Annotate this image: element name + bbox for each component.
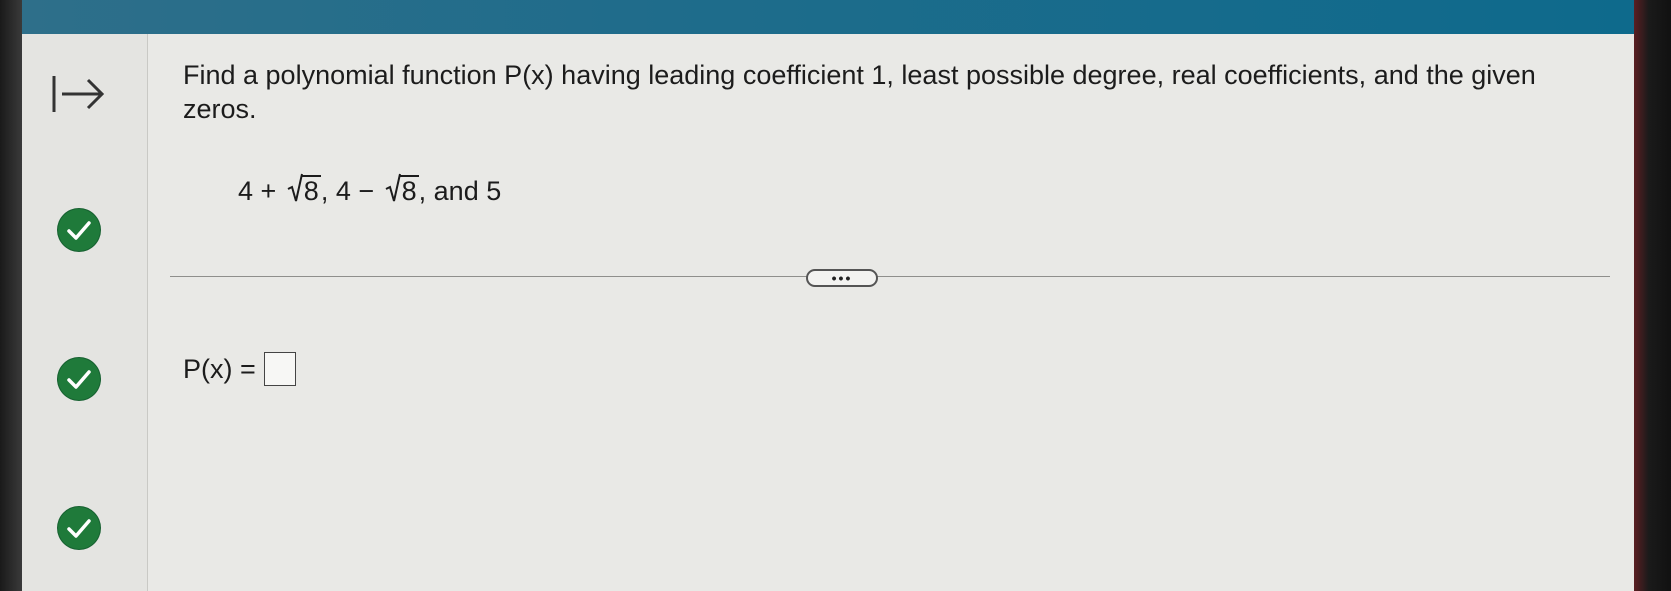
- top-bar: [18, 0, 1638, 36]
- square-root-1: 8: [287, 173, 321, 207]
- completed-check-icon[interactable]: [58, 209, 100, 251]
- zero-2-prefix: , 4 −: [320, 176, 382, 206]
- radicand-2: 8: [399, 175, 419, 206]
- answer-row: P(x) =: [183, 352, 296, 386]
- answer-label: P(x) =: [183, 353, 256, 384]
- given-zeros: 4 + 8, 4 − 8, and 5: [238, 173, 502, 207]
- expand-more-button[interactable]: •••: [806, 269, 878, 287]
- square-root-2: 8: [385, 173, 419, 207]
- zero-1-prefix: 4 +: [238, 176, 284, 206]
- question-text: Find a polynomial function P(x) having l…: [183, 60, 1536, 124]
- current-question-arrow-icon[interactable]: [50, 72, 108, 116]
- screen: Find a polynomial function P(x) having l…: [0, 0, 1671, 591]
- radical-sign-icon: [287, 173, 303, 202]
- radical-sign-icon: [385, 173, 401, 202]
- screen-left-edge: [0, 0, 22, 591]
- radicand-1: 8: [301, 175, 321, 206]
- answer-input[interactable]: [263, 352, 296, 386]
- zeros-suffix: , and 5: [418, 176, 502, 206]
- section-divider: [170, 276, 1610, 277]
- screen-right-edge: [1634, 0, 1671, 591]
- completed-check-icon[interactable]: [58, 507, 100, 549]
- completed-check-icon[interactable]: [58, 358, 100, 400]
